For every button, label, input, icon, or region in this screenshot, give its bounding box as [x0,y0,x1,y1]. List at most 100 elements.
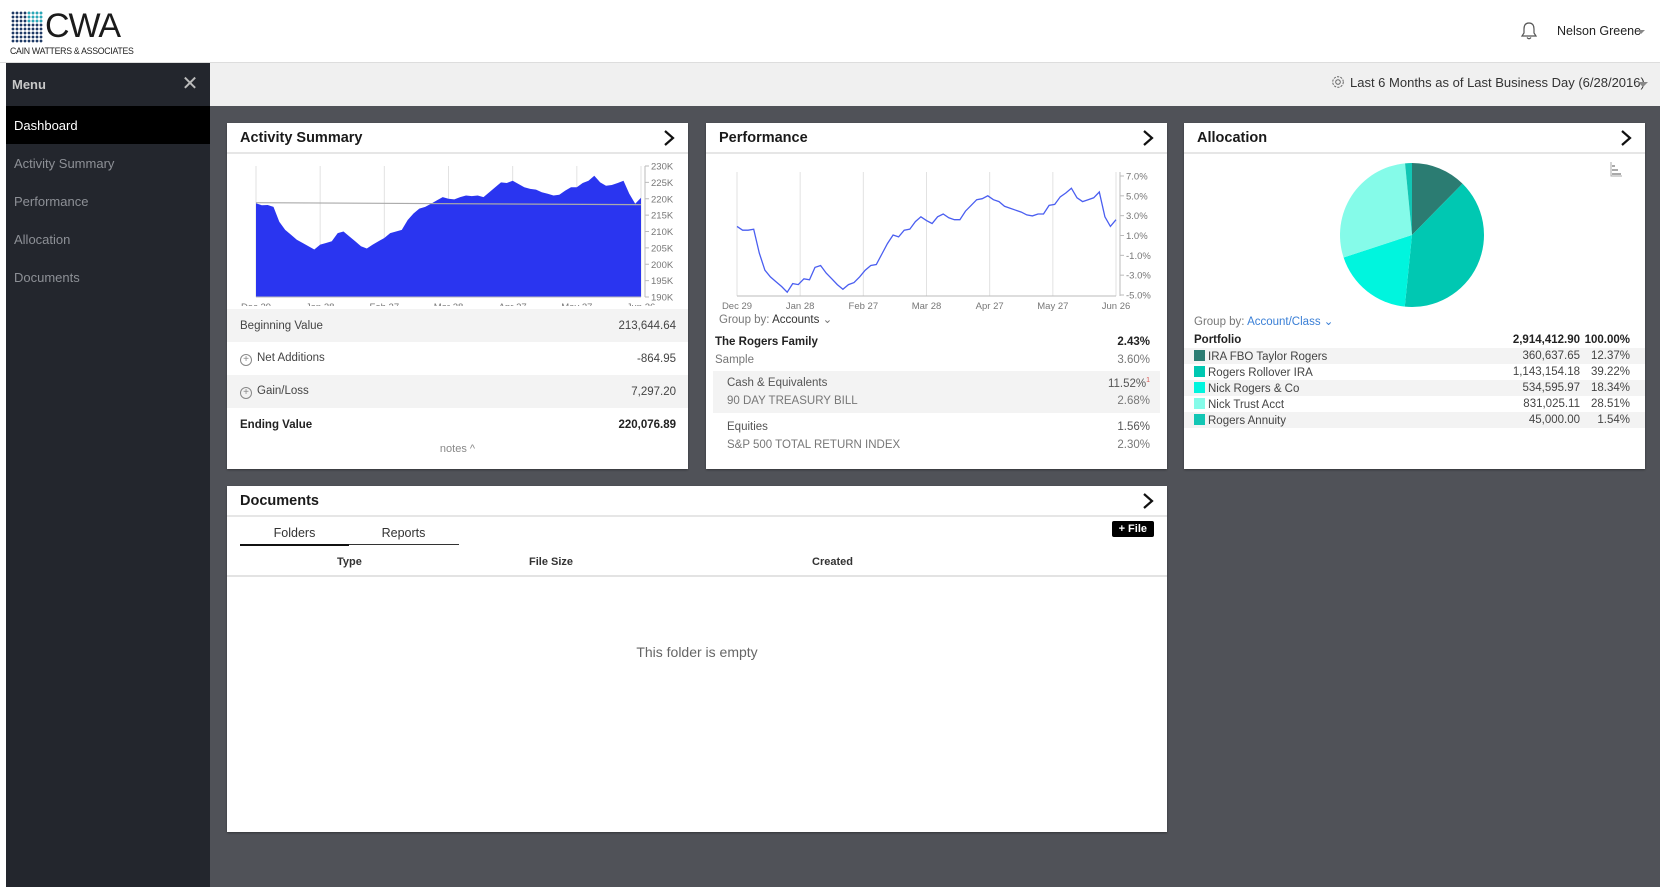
y-tick-label: 225K [651,178,674,189]
sidebar-item-documents[interactable]: Documents [6,258,210,296]
documents-tabs: Folders Reports [240,523,459,546]
chevron-right-icon[interactable] [1141,492,1155,510]
group-by-value[interactable]: Account/Class [1247,316,1321,328]
list-item: Sample 3.60% [706,351,1167,369]
item-value: 11.52% [1107,377,1147,390]
row-name: IRA FBO Taylor Rogers [1208,350,1328,363]
sidebar-item-dashboard[interactable]: Dashboard [6,106,210,144]
table-row: Portfolio 2,914,412.90 100.00% [1184,332,1645,348]
close-icon[interactable]: ✕ [180,74,200,94]
performance-group-by[interactable]: Group by: Accounts ⌄ [719,312,832,326]
item-value: 3.60% [1117,354,1150,366]
footnote-flag: 1 [1146,376,1150,384]
row-pct: 39.22% [1590,366,1630,378]
notes-toggle[interactable]: notes ^ [227,443,688,455]
table-row[interactable]: Nick Trust Acct 831,025.11 28.51% [1184,396,1645,412]
logo-wordmark: CWA [45,7,121,45]
card-title: Activity Summary [240,130,363,146]
row-amount: 831,025.11 [1523,398,1580,410]
y-tick-label: -5.0% [1126,291,1151,302]
activity-table: Beginning Value 213,644.64 + Net Addition… [227,309,688,441]
sidebar-item-allocation[interactable]: Allocation [6,220,210,258]
table-row[interactable]: Rogers Annuity 45,000.00 1.54% [1184,412,1645,428]
list-item[interactable]: Equities 1.56% [713,418,1160,436]
table-row[interactable]: + Gain/Loss 7,297.20 [227,375,688,408]
table-row: Ending Value 220,076.89 [227,408,688,441]
chevron-right-icon[interactable] [1141,129,1155,147]
item-name: 90 DAY TREASURY BILL [727,395,858,407]
perf-group-cash: Cash & Equivalents 11.52%1 90 DAY TREASU… [713,371,1160,413]
row-name: Nick Rogers & Co [1208,382,1300,395]
date-range-caret-icon[interactable] [1638,82,1648,87]
table-row[interactable]: Rogers Rollover IRA 1,143,154.18 39.22% [1184,364,1645,380]
documents-table-header: Type File Size Created [227,549,1167,577]
documents-card: Documents Folders Reports + File Type Fi… [227,486,1167,832]
performance-line-chart: Dec 29 Jan 28 Feb 27 Mar 28 Apr 27 May 27 Jun … [722,172,1151,313]
table-row[interactable]: + Net Additions -864.95 [227,342,688,375]
x-tick-label: Feb 27 [370,302,400,306]
y-tick-label: 195K [651,276,674,287]
column-header-created[interactable]: Created [812,556,853,568]
user-caret-icon[interactable] [1637,30,1645,34]
row-pct: 28.51% [1590,398,1630,410]
x-tick-label: Jan 28 [306,302,335,306]
x-tick-label: Dec 29 [722,301,752,312]
allocation-pie-chart [1339,163,1485,308]
row-label: Gain/Loss [257,384,309,397]
row-label-wrap: + Net Additions [240,352,325,366]
card-title: Allocation [1197,130,1268,146]
chevron-up-icon: ^ [469,443,476,455]
x-tick-label: Jun 26 [1102,301,1131,312]
item-value-wrap: 11.52%1 [1108,377,1150,390]
user-menu[interactable]: Nelson Greene [1557,24,1641,38]
group-by-value[interactable]: Accounts [772,314,819,326]
item-name: S&P 500 TOTAL RETURN INDEX [727,439,901,451]
card-title: Performance [719,130,808,146]
sidebar-item-performance[interactable]: Performance [6,182,210,220]
table-row[interactable]: Nick Rogers & Co 534,595.97 18.34% [1184,380,1645,396]
chevron-right-icon[interactable] [1619,129,1633,147]
activity-area-chart: Dec 29Jan 28Feb 27Mar 28Apr 27May 27Jun … [241,162,674,307]
allocation-group-by[interactable]: Group by: Account/Class ⌄ [1194,314,1333,328]
list-item[interactable]: Cash & Equivalents 11.52%1 [713,374,1160,392]
row-name: Portfolio [1194,334,1242,346]
tab-folders[interactable]: Folders [240,523,349,546]
expand-plus-icon[interactable]: + [240,386,252,399]
column-header-type[interactable]: Type [337,556,362,568]
expand-plus-icon[interactable]: + [240,353,252,366]
y-tick-label: -1.0% [1126,251,1151,262]
logo-subtitle: CAIN WATTERS & ASSOCIATES [10,46,134,57]
table-row[interactable]: IRA FBO Taylor Rogers 360,637.65 12.37% [1184,348,1645,364]
bell-icon[interactable] [1520,21,1538,41]
menu-title: Menu [12,77,46,92]
card-header: Performance [706,123,1167,154]
row-label: Net Additions [257,351,325,364]
row-value: 213,644.64 [618,319,676,332]
y-tick-label: 190K [651,293,674,304]
list-item[interactable]: The Rogers Family 2.43% [706,333,1167,351]
item-value: 2.30% [1117,439,1150,451]
main-content: Last 6 Months as of Last Business Day (6… [210,63,1660,887]
item-name: Equities [727,421,768,433]
perf-group-equities: Equities 1.56% S&P 500 TOTAL RETURN INDE… [713,415,1160,457]
row-label: Ending Value [240,418,313,431]
chevron-down-icon[interactable]: ⌄ [1324,316,1334,328]
column-header-file-size[interactable]: File Size [529,556,573,568]
row-amount: 360,637.65 [1522,350,1580,362]
top-header: CWA CAIN WATTERS & ASSOCIATES Nelson Gre… [0,0,1660,63]
y-tick-label: -3.0% [1126,271,1151,282]
add-file-button[interactable]: + File [1111,521,1154,537]
item-value: 2.43% [1117,336,1150,348]
date-range-selector[interactable]: Last 6 Months as of Last Business Day (6… [1350,75,1645,90]
row-name: Nick Trust Acct [1208,398,1285,411]
chevron-down-icon[interactable]: ⌄ [823,314,833,326]
tab-reports[interactable]: Reports [349,523,458,544]
company-logo[interactable]: CWA CAIN WATTERS & ASSOCIATES [10,7,134,57]
item-value: 1.56% [1117,421,1150,433]
row-value: 220,076.89 [618,418,676,431]
gear-icon[interactable] [1331,75,1345,89]
chevron-right-icon[interactable] [662,129,676,147]
table-row: Beginning Value 213,644.64 [227,309,688,342]
row-name: Rogers Annuity [1208,414,1286,427]
sidebar-item-activity-summary[interactable]: Activity Summary [6,144,210,182]
